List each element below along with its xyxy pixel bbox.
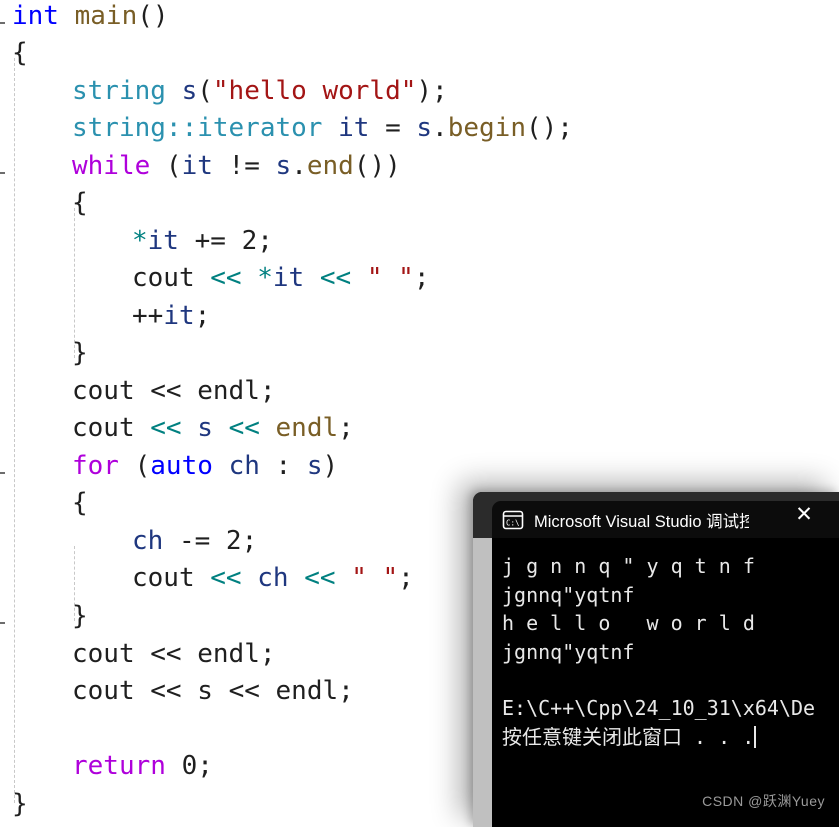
- code-line[interactable]: }: [0, 335, 88, 373]
- token-operator-shift: <<: [150, 376, 182, 406]
- code-line[interactable]: cout << s << endl;: [0, 673, 354, 711]
- token-var-s: s: [197, 413, 213, 443]
- token-function-endl: endl: [197, 639, 260, 669]
- token-brace-open: {: [72, 488, 88, 518]
- token-operator-shift: <<: [150, 639, 182, 669]
- token-var-ch: ch: [257, 563, 289, 593]
- token-brace-open: {: [72, 188, 88, 218]
- code-line[interactable]: cout << ch << " ";: [0, 560, 414, 598]
- debug-console-window[interactable]: C:\ Microsoft Visual Studio 调试控 ✕ j g n …: [473, 492, 839, 827]
- token-var-cout: cout: [72, 676, 135, 706]
- close-icon[interactable]: ✕: [791, 502, 817, 528]
- token-var-cout: cout: [72, 413, 135, 443]
- token-operator-deref: *: [257, 263, 273, 293]
- token-var-cout: cout: [72, 639, 135, 669]
- token-var-cout: cout: [132, 263, 195, 293]
- code-line[interactable]: cout << endl;: [0, 373, 276, 411]
- code-line[interactable]: cout << s << endl;: [0, 410, 354, 448]
- svg-text:C:\: C:\: [506, 518, 520, 527]
- console-titlebar[interactable]: C:\ Microsoft Visual Studio 调试控 ✕: [473, 492, 839, 538]
- token-type-string-iterator: string::iterator: [72, 113, 323, 143]
- token-brace-open: {: [12, 38, 28, 68]
- token-var-s: s: [197, 676, 213, 706]
- token-brace-close: }: [12, 789, 28, 819]
- token-var-ch: ch: [132, 526, 164, 556]
- token-operator-shift: <<: [210, 563, 242, 593]
- token-keyword-for: for: [72, 451, 119, 481]
- token-var-it: it: [163, 301, 195, 331]
- token-function-endl: endl: [275, 413, 339, 443]
- console-titlebar-inner: C:\ Microsoft Visual Studio 调试控: [492, 501, 839, 538]
- token-operator-shift: <<: [228, 676, 260, 706]
- token-function-endl: endl: [275, 676, 339, 706]
- token-var-s: s: [181, 76, 198, 106]
- token-operator-shift: <<: [228, 413, 260, 443]
- token-type-string: string: [72, 76, 166, 106]
- console-window-title: Microsoft Visual Studio 调试控: [534, 512, 749, 531]
- token-string-literal: "hello world": [212, 76, 417, 106]
- token-function-main: main: [74, 1, 138, 31]
- token-function-begin: begin: [447, 113, 526, 143]
- console-prompt-line: 按任意键关闭此窗口 . . .: [502, 723, 839, 752]
- token-keyword-while: while: [72, 151, 151, 181]
- token-var-it: it: [147, 226, 179, 256]
- token-var-s: s: [416, 113, 433, 143]
- token-operator-deref: *: [132, 226, 148, 256]
- code-line[interactable]: for (auto ch : s): [0, 448, 338, 486]
- code-line[interactable]: cout << *it << " ";: [0, 260, 429, 298]
- code-line[interactable]: while (it != s.end()): [0, 148, 401, 186]
- code-line[interactable]: {: [0, 485, 88, 523]
- command-prompt-icon: C:\: [502, 509, 524, 531]
- code-line[interactable]: string s("hello world");: [0, 73, 448, 111]
- code-line[interactable]: ch -= 2;: [0, 523, 257, 561]
- code-line[interactable]: *it += 2;: [0, 223, 273, 261]
- code-line[interactable]: cout << endl;: [0, 636, 276, 674]
- code-line[interactable]: }: [0, 786, 28, 824]
- token-var-cout: cout: [132, 563, 195, 593]
- code-line[interactable]: }: [0, 598, 88, 636]
- console-output-line: h e l l o w o r l d: [502, 611, 767, 635]
- code-line-blank[interactable]: [0, 711, 88, 749]
- token-keyword-auto: auto: [150, 451, 213, 481]
- text-cursor: [754, 725, 757, 748]
- token-var-s: s: [275, 151, 292, 181]
- token-brace-close: }: [72, 338, 88, 368]
- console-output-area[interactable]: j g n n q " y q t n f jgnnq"yqtnf h e l …: [492, 538, 839, 827]
- console-left-edge: [473, 538, 492, 827]
- token-var-it: it: [272, 263, 305, 293]
- code-line[interactable]: {: [0, 185, 88, 223]
- token-string-literal: " ": [351, 563, 399, 593]
- code-line[interactable]: int main(): [0, 0, 169, 36]
- token-var-it: it: [338, 113, 370, 143]
- console-prompt-text: 按任意键关闭此窗口 . . .: [502, 724, 755, 749]
- token-operator-shift: <<: [319, 263, 352, 293]
- csdn-watermark: CSDN @跃渊Yuey: [702, 793, 825, 809]
- token-brace-close: }: [72, 601, 88, 631]
- token-operator-shift: <<: [210, 263, 242, 293]
- token-function-end: end: [306, 151, 354, 181]
- token-keyword-return: return: [72, 751, 166, 781]
- console-output-line: jgnnq"yqtnf: [502, 582, 635, 607]
- token-var-s: s: [306, 451, 323, 481]
- token-var-it: it: [181, 151, 213, 181]
- console-exit-path-line: E:\C++\Cpp\24_10_31\x64\De: [502, 696, 816, 720]
- code-line[interactable]: ++it;: [0, 298, 210, 336]
- token-operator-shift: <<: [150, 413, 182, 443]
- token-keyword-int: int: [12, 1, 59, 31]
- console-output-line: j g n n q " y q t n f: [502, 554, 767, 578]
- token-operator-shift: <<: [150, 676, 182, 706]
- code-line[interactable]: string::iterator it = s.begin();: [0, 110, 573, 148]
- token-function-endl: endl: [197, 376, 260, 406]
- token-var-cout: cout: [72, 376, 135, 406]
- token-string-literal: " ": [366, 263, 414, 293]
- token-var-ch: ch: [228, 451, 260, 481]
- token-operator-shift: <<: [304, 563, 336, 593]
- code-line[interactable]: {: [0, 35, 28, 73]
- console-output-line: jgnnq"yqtnf: [502, 639, 635, 664]
- code-line[interactable]: return 0;: [0, 748, 213, 786]
